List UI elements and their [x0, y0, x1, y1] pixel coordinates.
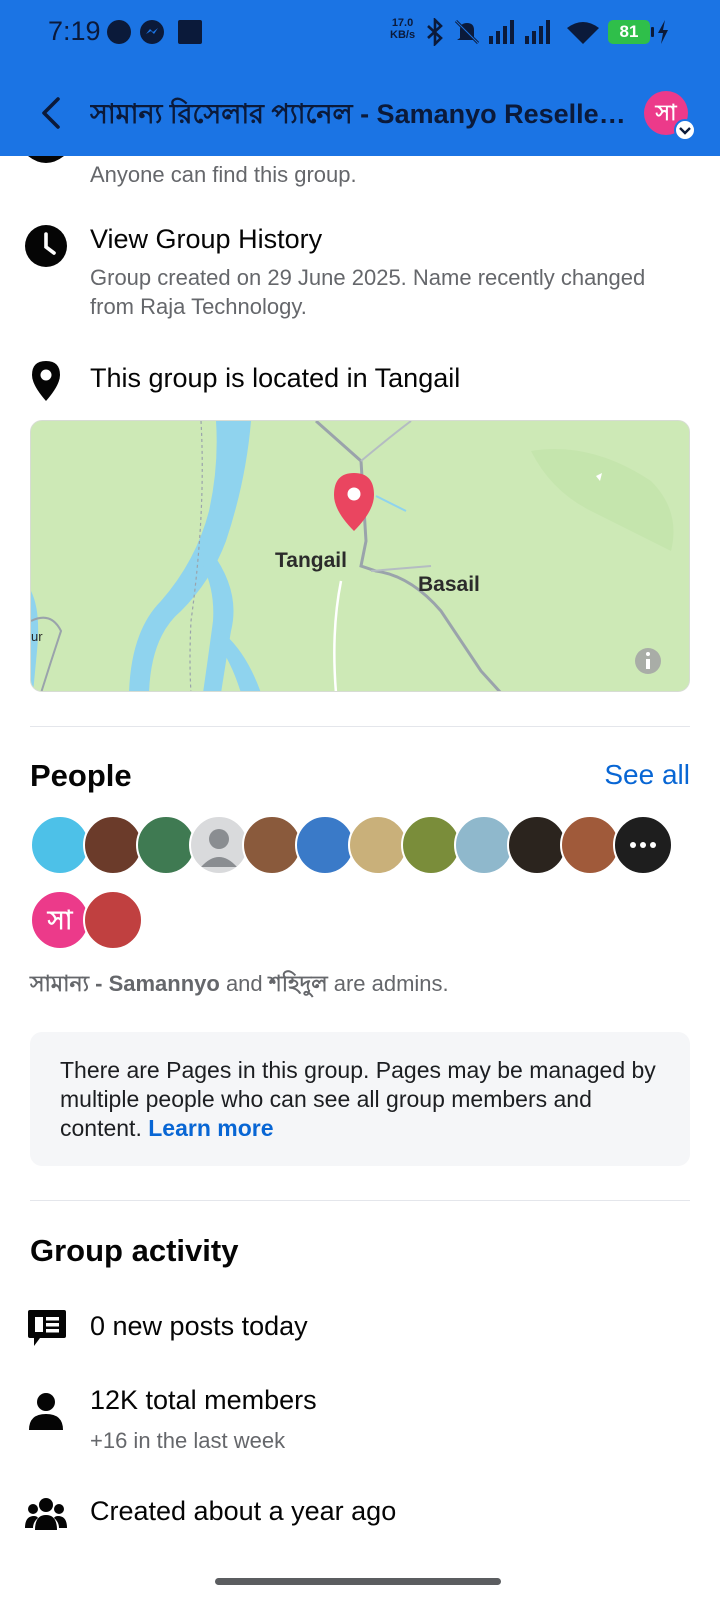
chevron-down-icon [674, 119, 696, 141]
more-dots-icon [630, 842, 656, 848]
status-time: 7:19 [48, 16, 101, 46]
posts-icon [28, 1310, 66, 1346]
group-activity-title: Group activity [30, 1233, 239, 1268]
member-avatar[interactable] [189, 815, 249, 875]
view-history-link[interactable]: View Group History [90, 224, 322, 255]
back-arrow-icon[interactable] [34, 93, 70, 133]
home-indicator[interactable] [215, 1578, 501, 1585]
visibility-description: Anyone can find this group. [90, 162, 357, 187]
map-label-tangail: Tangail [275, 549, 347, 572]
person-icon [29, 1393, 63, 1430]
member-avatar[interactable] [560, 815, 620, 875]
member-avatar[interactable] [454, 815, 514, 875]
member-avatar[interactable] [507, 815, 567, 875]
member-avatar[interactable] [83, 815, 143, 875]
group-name-title: সামান্য রিসেলার প্যানেল - Samanyo Resell… [90, 99, 630, 129]
member-avatar[interactable] [401, 815, 461, 875]
clock-icon [25, 225, 67, 267]
admin-name-1[interactable]: সামান্য - Samannyo [30, 971, 220, 996]
square-icon [178, 20, 202, 44]
circle-icon [107, 20, 131, 44]
admin-avatar-samannyo[interactable]: সা [30, 890, 90, 950]
more-members-button[interactable] [613, 815, 673, 875]
charging-icon [658, 20, 668, 44]
see-all-link[interactable]: See all [604, 759, 690, 791]
group-icon [25, 1498, 67, 1530]
history-description: Group created on 29 June 2025. Name rece… [90, 265, 646, 319]
messenger-icon [140, 20, 164, 44]
member-avatar[interactable] [136, 815, 196, 875]
battery-icon: 81 [608, 20, 654, 44]
admins-text: সামান্য - Samannyo and শহিদুল are admins… [30, 971, 449, 996]
avatar-letter: সা [655, 100, 677, 125]
map-label-basail: Basail [418, 573, 480, 596]
wifi-icon [567, 22, 599, 44]
member-avatars: সা [30, 815, 690, 955]
members-growth: +16 in the last week [90, 1428, 286, 1453]
location-map[interactable]: Tangail Basail ur [30, 420, 690, 692]
map-label-partial: ur [31, 629, 43, 644]
total-members: 12K total members [90, 1385, 317, 1415]
people-title: People [30, 758, 132, 793]
signal-icon [489, 20, 514, 44]
location-pin-icon [32, 361, 60, 401]
pages-notice: There are Pages in this group. Pages may… [30, 1032, 690, 1166]
member-avatar[interactable] [295, 815, 355, 875]
default-user-icon [201, 829, 237, 867]
member-avatar[interactable] [30, 815, 90, 875]
map-canvas [31, 421, 689, 691]
admin-name-2[interactable]: শহিদুল [269, 971, 328, 996]
signal-icon [525, 20, 550, 44]
status-bar: 7:19 17.0 KB/s 81 [0, 0, 720, 66]
app-header: সামান্য রিসেলার প্যানেল - Samanyo Resell… [0, 66, 720, 156]
member-avatar[interactable] [348, 815, 408, 875]
mute-icon [454, 19, 480, 45]
new-posts-count: 0 new posts today [90, 1311, 308, 1341]
location-title: This group is located in Tangail [90, 363, 461, 393]
bluetooth-icon [427, 18, 443, 46]
admin-avatar-shohidul[interactable] [83, 890, 143, 950]
section-divider [30, 1200, 690, 1201]
info-icon[interactable] [664, 648, 689, 676]
member-avatar[interactable] [242, 815, 302, 875]
globe-icon [28, 156, 64, 163]
network-speed: 17.0 KB/s [390, 17, 416, 41]
created-info: Created about a year ago [90, 1496, 397, 1526]
section-divider [30, 726, 690, 727]
learn-more-link[interactable]: Learn more [148, 1115, 273, 1141]
profile-avatar[interactable]: সা [644, 91, 696, 141]
